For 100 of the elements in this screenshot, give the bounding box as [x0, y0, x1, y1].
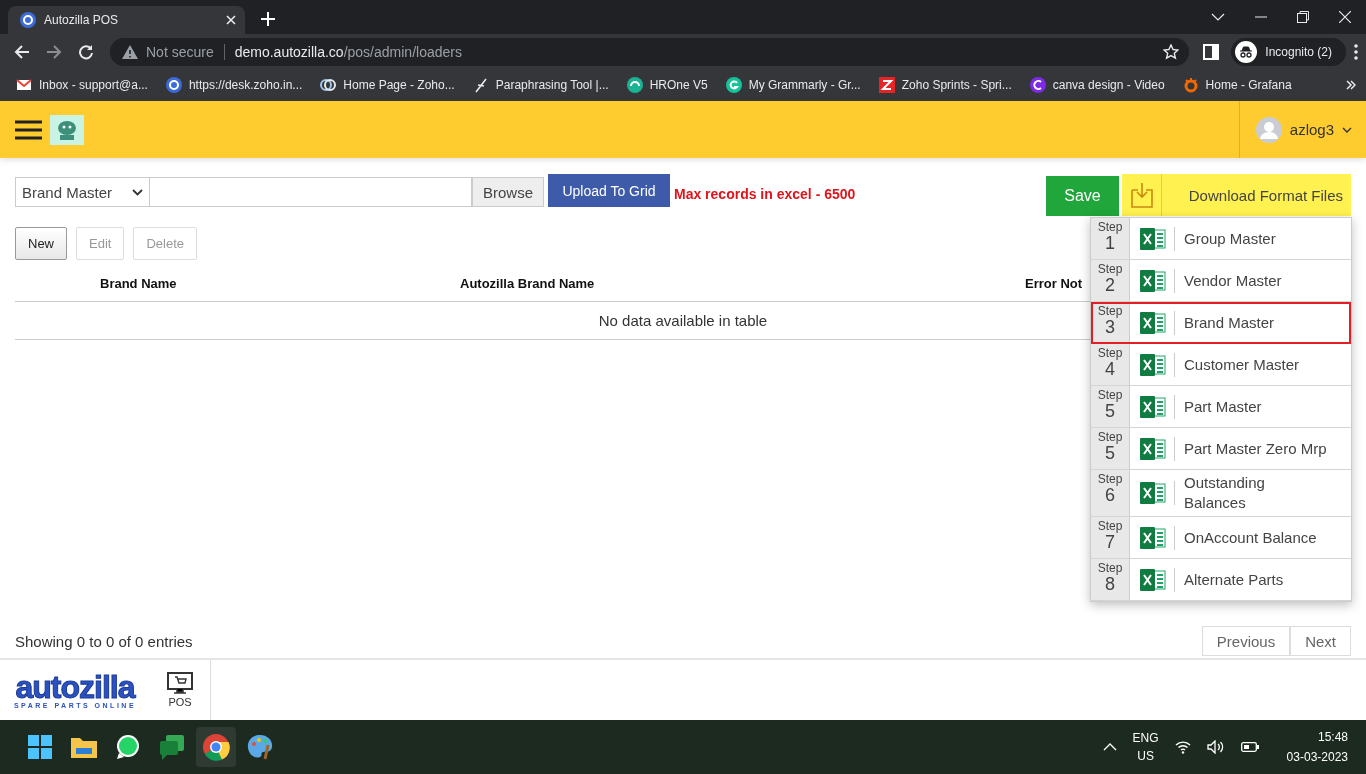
favicon-icon: [20, 12, 36, 28]
language-label[interactable]: ENG: [1132, 729, 1159, 747]
bookmark-item[interactable]: HROne V5: [626, 76, 708, 93]
column-header: Brand Name: [99, 276, 177, 291]
step-number: 4: [1105, 360, 1115, 380]
column-header: Autozilla Brand Name: [459, 276, 595, 291]
forward-arrow-icon[interactable]: [46, 43, 62, 60]
spreadsheet-icon: [1140, 567, 1166, 592]
chevron-down-icon[interactable]: [1211, 13, 1225, 21]
step-label: Step: [1097, 389, 1123, 403]
pagination-button[interactable]: Next: [1290, 626, 1351, 656]
favicon-icon: [165, 76, 182, 93]
step-label: Step: [1097, 562, 1123, 576]
step-number: 7: [1105, 533, 1115, 553]
bookmark-item[interactable]: Zoho Sprints - Spri...: [878, 76, 1012, 93]
menu-item[interactable]: Step 5 Part Master: [1091, 386, 1351, 428]
browser-icon[interactable]: [202, 733, 230, 761]
region-label[interactable]: US: [1137, 747, 1154, 765]
step-number: 5: [1105, 402, 1115, 422]
step-number: 5: [1105, 444, 1115, 464]
favicon-icon: [472, 76, 489, 93]
battery-icon[interactable]: [1240, 742, 1259, 752]
step-label: Step: [1097, 263, 1123, 277]
security-label: Not secure: [146, 43, 214, 60]
menu-item[interactable]: Step 7 OnAccount Balance: [1091, 517, 1351, 559]
double-chevron-icon[interactable]: [1346, 79, 1356, 90]
upload-button[interactable]: Upload To Grid: [548, 174, 670, 207]
side-panel-icon[interactable]: [1203, 43, 1220, 60]
file-path-field[interactable]: [150, 177, 472, 207]
incognito-icon: [1235, 40, 1258, 63]
clock-time[interactable]: 15:48: [1317, 727, 1348, 747]
download-icon: [1130, 182, 1153, 208]
bookmark-item[interactable]: My Grammarly - Gr...: [725, 76, 861, 93]
file-type-select[interactable]: Brand Master: [15, 177, 150, 207]
bookmark-item[interactable]: Paraphrasing Tool |...: [472, 76, 609, 93]
favicon-icon: [1182, 76, 1199, 93]
start-icon[interactable]: [26, 733, 54, 761]
bookmark-item[interactable]: canva design - Video: [1029, 76, 1165, 93]
bookmark-item[interactable]: Home Page - Zoho...: [320, 76, 455, 93]
caret-icon: [1342, 126, 1352, 133]
step-label: Step: [1097, 520, 1123, 534]
address-bar[interactable]: Not secure demo.autozilla.co/pos/admin/loaders: [110, 37, 1190, 66]
step-number: 6: [1105, 486, 1115, 506]
wifi-icon[interactable]: [1174, 740, 1191, 754]
speaker-icon[interactable]: [1206, 740, 1225, 754]
menu-icon[interactable]: [15, 119, 42, 140]
favicon-icon: [725, 76, 742, 93]
favicon-icon: [1029, 76, 1046, 93]
menu-item[interactable]: Step 3 Brand Master: [1091, 302, 1351, 344]
profile-button[interactable]: Incognito (2): [1231, 37, 1346, 66]
download-button[interactable]: Download Format Files: [1122, 174, 1351, 216]
chevron-up-icon[interactable]: [1102, 743, 1117, 751]
spreadsheet-icon: [1140, 525, 1166, 550]
spreadsheet-icon: [1140, 352, 1166, 377]
close-icon[interactable]: [225, 14, 237, 26]
close-icon[interactable]: [1339, 11, 1351, 23]
palette-icon[interactable]: [246, 733, 274, 761]
menu-item[interactable]: Step 4 Customer Master: [1091, 344, 1351, 386]
star-icon[interactable]: [1163, 43, 1180, 60]
browser-tab[interactable]: Autozilla POS: [8, 6, 245, 34]
reload-icon[interactable]: [78, 43, 94, 60]
menu-item[interactable]: Step 2 Vendor Master: [1091, 260, 1351, 302]
browse-button[interactable]: Browse: [472, 177, 544, 207]
restore-icon[interactable]: [1297, 11, 1309, 23]
menu-item[interactable]: Step 6 Outstanding Balances: [1091, 470, 1351, 517]
new-tab-icon[interactable]: [261, 12, 275, 26]
favicon-icon: [320, 76, 337, 93]
monitor-cart-icon: [167, 672, 193, 694]
pagination-button[interactable]: Previous: [1201, 626, 1291, 656]
back-arrow-icon[interactable]: [14, 43, 30, 60]
step-number: 3: [1105, 318, 1115, 338]
spreadsheet-icon: [1140, 226, 1166, 251]
action-button[interactable]: New: [15, 227, 67, 260]
app-launcher[interactable]: POS: [150, 660, 211, 720]
step-label: Step: [1097, 473, 1123, 487]
entries-info: Showing 0 to 0 of 0 entries: [15, 632, 193, 650]
menu-item[interactable]: Step 1 Group Master: [1091, 218, 1351, 260]
spreadsheet-icon: [1140, 268, 1166, 293]
step-number: 2: [1105, 276, 1115, 296]
warning-icon: [122, 44, 138, 59]
spreadsheet-icon: [1140, 481, 1166, 505]
bookmark-item[interactable]: Home - Grafana: [1182, 76, 1292, 93]
favicon-icon: [878, 76, 895, 93]
kebab-menu-icon[interactable]: [1354, 43, 1358, 60]
menu-item[interactable]: Step 8 Alternate Parts: [1091, 559, 1351, 601]
bookmark-item[interactable]: Inbox - support@a...: [16, 76, 148, 93]
spreadsheet-icon: [1140, 310, 1166, 335]
spreadsheet-icon: [1140, 436, 1166, 461]
step-number: 1: [1105, 234, 1115, 254]
bookmark-item[interactable]: https://desk.zoho.in...: [165, 76, 303, 93]
spreadsheet-icon: [1140, 394, 1166, 419]
brand-logo: autozilla: [15, 671, 135, 702]
chat-icon[interactable]: [114, 733, 142, 761]
limit-note: Max records in excel - 6500: [674, 186, 856, 202]
clock-date[interactable]: 03-03-2023: [1286, 747, 1348, 767]
favicon-icon: [626, 76, 643, 93]
caret-icon: [132, 188, 143, 196]
step-label: Step: [1097, 221, 1123, 235]
menu-item[interactable]: Step 5 Part Master Zero Mrp: [1091, 428, 1351, 470]
favicon-icon: [16, 76, 32, 93]
